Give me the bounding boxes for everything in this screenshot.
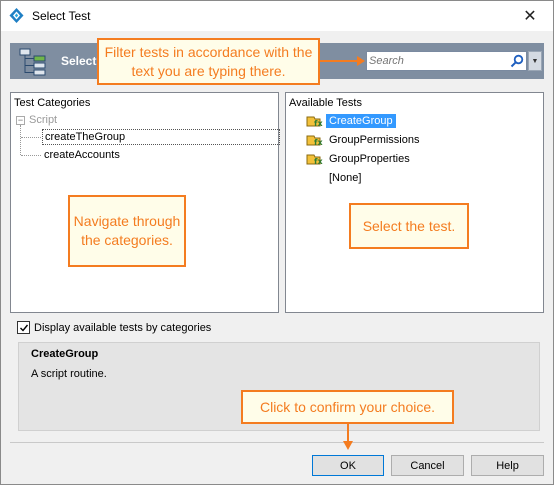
callout-text: Navigate through the categories. (73, 213, 181, 248)
select-test-dialog: Select Test ✕ Select ▼ Test Categories −… (0, 0, 554, 485)
script-routine-icon: fx (306, 116, 323, 128)
close-button[interactable]: ✕ (507, 1, 553, 31)
title-bar: Select Test ✕ (1, 1, 553, 31)
test-tree-icon (19, 48, 46, 76)
chevron-down-icon: ▼ (531, 57, 539, 65)
test-item-label: CreateGroup (326, 113, 396, 128)
tree-node-label: Script (29, 114, 58, 126)
test-item-creategroup[interactable]: fx CreateGroup (306, 112, 396, 129)
display-by-categories-label: Display available tests by categories (34, 321, 212, 334)
svg-text:fx: fx (314, 119, 323, 128)
script-routine-icon: fx (306, 135, 323, 147)
collapse-icon[interactable]: − (16, 115, 25, 125)
description-text: A script routine. (31, 368, 107, 380)
search-icon[interactable] (510, 54, 524, 68)
test-item-groupproperties[interactable]: fx GroupProperties (306, 150, 413, 167)
callout-confirm-choice: Click to confirm your choice. (241, 390, 454, 424)
test-item-label: [None] (329, 171, 362, 184)
svg-text:fx: fx (314, 138, 323, 147)
search-box[interactable] (366, 51, 527, 71)
tree-connector (20, 125, 21, 155)
svg-text:fx: fx (314, 157, 323, 166)
cancel-button[interactable]: Cancel (391, 455, 464, 476)
test-item-label: GroupProperties (329, 152, 410, 165)
callout-text: Filter tests in accordance with the text… (104, 43, 313, 79)
help-button[interactable]: Help (471, 455, 544, 476)
test-categories-header: Test Categories (14, 97, 91, 109)
close-icon: ✕ (523, 8, 537, 25)
tree-node-createaccounts[interactable]: createAccounts (42, 148, 122, 162)
available-tests-header: Available Tests (289, 97, 362, 109)
test-item-label: GroupPermissions (329, 133, 420, 146)
script-routine-icon: fx (306, 154, 323, 166)
callout-text: Click to confirm your choice. (259, 398, 436, 415)
test-item-grouppermissions[interactable]: fx GroupPermissions (306, 131, 422, 148)
callout-arrow-icon (319, 56, 365, 66)
tree-node-createthegroup[interactable]: createTheGroup (42, 129, 280, 145)
banner-title: Select (61, 54, 97, 68)
search-input[interactable] (367, 52, 507, 70)
search-history-dropdown[interactable]: ▼ (528, 51, 542, 71)
tree-connector (21, 137, 41, 138)
app-logo-icon (9, 8, 24, 23)
callout-arrow-icon (343, 423, 353, 450)
divider (10, 442, 544, 443)
display-by-categories-option[interactable]: Display available tests by categories (17, 321, 211, 334)
callout-navigate-categories: Navigate through the categories. (68, 195, 186, 267)
display-by-categories-checkbox[interactable] (17, 321, 30, 334)
callout-select-test: Select the test. (349, 203, 469, 249)
description-title: CreateGroup (31, 348, 99, 360)
tree-node-script[interactable]: − Script (16, 114, 57, 126)
checkmark-icon (19, 324, 28, 332)
callout-text: Select the test. (362, 217, 456, 234)
window-title: Select Test (32, 9, 91, 23)
callout-filter-tests: Filter tests in accordance with the text… (97, 38, 320, 85)
tree-connector (21, 155, 41, 156)
ok-button[interactable]: OK (312, 455, 384, 476)
test-item-none[interactable]: [None] (326, 169, 364, 186)
